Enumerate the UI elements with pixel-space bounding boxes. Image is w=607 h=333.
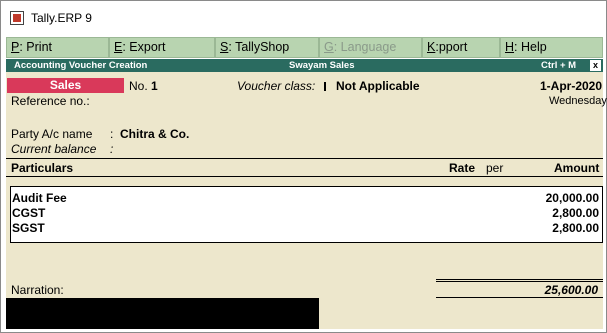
language-button[interactable]: G: Language — [319, 37, 422, 58]
button-bar: P: Print E: Export S: TallyShop G: Langu… — [6, 37, 603, 73]
entries-table: Audit Fee 20,000.00 CGST 2,800.00 SGST 2… — [10, 186, 603, 243]
voucher-weekday: Wednesday — [549, 95, 607, 107]
party-name-value[interactable]: Chitra & Co. — [120, 127, 189, 141]
voucher-panel: Sales No. 1 Voucher class: Not Applicabl… — [6, 72, 607, 329]
language-shortcut: G — [324, 40, 334, 54]
screen-title: Accounting Voucher Creation — [14, 60, 148, 71]
table-row[interactable]: SGST — [12, 221, 45, 235]
export-label: : Export — [122, 40, 166, 54]
language-label: : Language — [333, 40, 397, 54]
reference-no-label: Reference no.: — [11, 94, 90, 108]
tallyshop-label: : TallyShop — [228, 40, 290, 54]
column-particulars: Particulars — [11, 161, 74, 175]
table-row-amount[interactable]: 20,000.00 — [546, 191, 599, 205]
title-bar: Tally.ERP 9 — [1, 1, 606, 35]
column-rate: Rate — [449, 161, 476, 175]
total-top-rule-double — [436, 281, 603, 282]
export-button[interactable]: E: Export — [109, 37, 215, 58]
tallyshop-button[interactable]: S: TallyShop — [215, 37, 319, 58]
table-row[interactable]: CGST — [12, 206, 45, 220]
voucher-no-value[interactable]: 1 — [151, 79, 158, 93]
help-label: : Help — [514, 40, 547, 54]
redacted-area — [6, 298, 319, 329]
help-button[interactable]: H: Help — [500, 37, 603, 58]
voucher-header-bar: Accounting Voucher Creation Swayam Sales… — [6, 59, 603, 72]
help-shortcut: H — [505, 40, 515, 54]
column-amount: Amount — [554, 161, 600, 175]
current-balance-colon: : — [110, 142, 114, 156]
cursor-marker — [324, 82, 326, 91]
party-name-label: Party A/c name — [11, 127, 93, 141]
party-name-colon: : — [110, 127, 114, 141]
total-top-rule — [436, 279, 603, 280]
print-label: : Print — [19, 40, 52, 54]
voucher-total: 25,600.00 — [544, 283, 598, 297]
shortcut-hint: Ctrl + M — [541, 60, 577, 71]
table-row[interactable]: Audit Fee — [12, 191, 67, 205]
voucher-type-badge[interactable]: Sales — [7, 78, 124, 93]
close-icon[interactable]: x — [590, 60, 601, 71]
column-per: per — [486, 161, 504, 175]
company-name: Swayam Sales — [289, 60, 355, 71]
voucher-class-value[interactable]: Not Applicable — [336, 79, 420, 93]
total-bottom-rule — [436, 297, 603, 298]
window-title: Tally.ERP 9 — [31, 11, 92, 25]
table-header-rule — [6, 176, 603, 177]
table-top-rule — [6, 158, 603, 159]
support-centre-button[interactable]: K:pport Centre — [422, 37, 500, 73]
table-row-amount[interactable]: 2,800.00 — [552, 221, 599, 235]
table-row-amount[interactable]: 2,800.00 — [552, 206, 599, 220]
print-button[interactable]: P: Print — [6, 37, 109, 58]
current-balance-label: Current balance — [11, 142, 97, 156]
tally-app-icon — [10, 11, 24, 25]
narration-label: Narration: — [11, 283, 64, 297]
tally-window: Tally.ERP 9 P: Print E: Export S: TallyS… — [0, 0, 607, 333]
voucher-no-label: No. — [129, 79, 148, 93]
voucher-date[interactable]: 1-Apr-2020 — [540, 79, 602, 93]
voucher-class-label: Voucher class: — [237, 79, 316, 93]
